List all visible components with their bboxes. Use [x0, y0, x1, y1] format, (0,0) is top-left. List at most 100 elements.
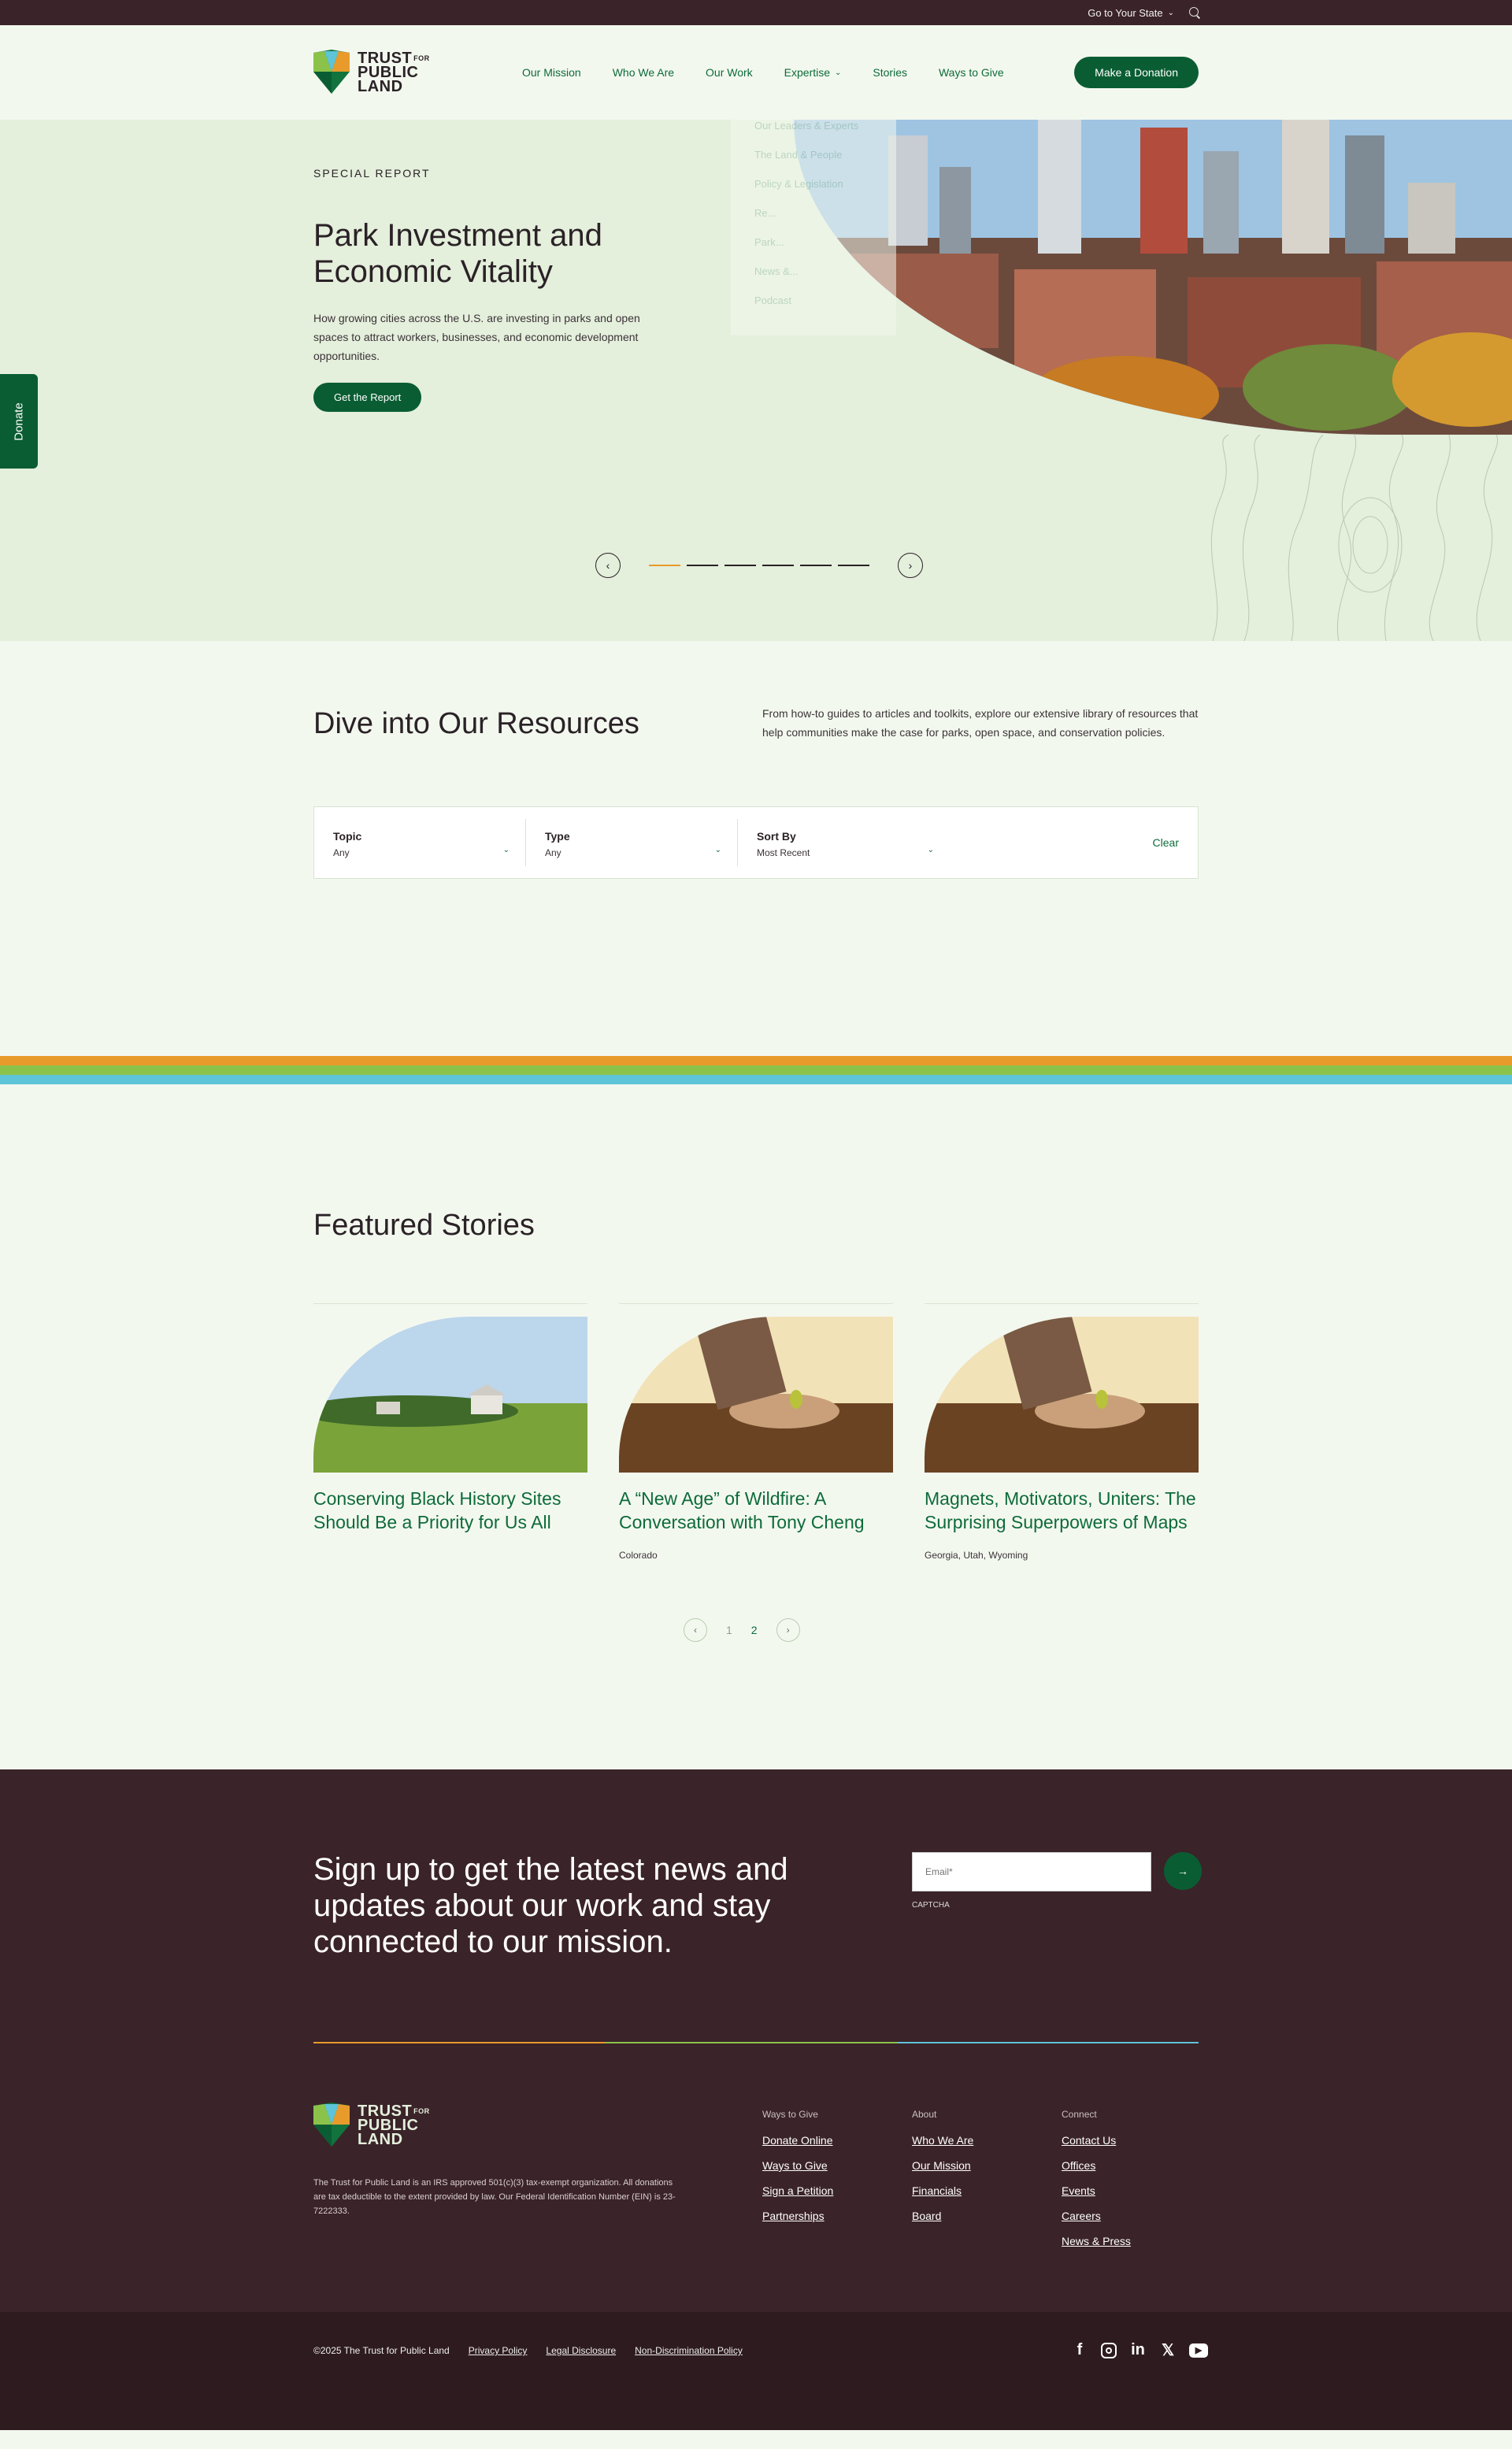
- site-footer: Sign up to get the latest news and updat…: [0, 1769, 1512, 2312]
- footer-link[interactable]: Donate Online: [762, 2128, 833, 2153]
- footer-link[interactable]: Ways to Give: [762, 2153, 833, 2178]
- hero-content: SPECIAL REPORT Park Investment and Econo…: [313, 167, 676, 412]
- logo-mark-icon: [313, 50, 350, 94]
- type-filter[interactable]: Type Any ⌄: [526, 819, 738, 866]
- non-discrimination-link[interactable]: Non-Discrimination Policy: [635, 2345, 743, 2356]
- nav-our-mission[interactable]: Our Mission: [522, 66, 581, 79]
- pagination-prev-button[interactable]: ‹: [684, 1618, 707, 1642]
- menu-item[interactable]: Our Leaders & Experts: [754, 120, 873, 132]
- site-logo[interactable]: TRUST FOR PUBLIC LAND: [313, 50, 502, 95]
- story-image: [925, 1317, 1199, 1473]
- nav-expertise-label: Expertise: [784, 66, 831, 79]
- footer-logo[interactable]: TRUST FOR PUBLIC LAND: [313, 2103, 502, 2148]
- chevron-down-icon: ⌄: [927, 846, 934, 854]
- menu-item[interactable]: The Land & People: [754, 149, 873, 161]
- legal-disclosure-link[interactable]: Legal Disclosure: [546, 2345, 616, 2356]
- copyright-text: ©2025 The Trust for Public Land: [313, 2345, 450, 2356]
- chevron-left-icon: ‹: [606, 559, 610, 572]
- nav-ways-to-give[interactable]: Ways to Give: [939, 66, 1004, 79]
- footer-legal-text: The Trust for Public Land is an IRS appr…: [313, 2178, 676, 2216]
- get-report-button[interactable]: Get the Report: [313, 383, 422, 412]
- featured-stories-section: Featured Stories Conserving Black Histor…: [0, 1084, 1512, 1769]
- footer-column-about: About Who We Are Our Mission Financials …: [912, 2109, 973, 2229]
- footer-link[interactable]: Board: [912, 2203, 973, 2229]
- footer-link[interactable]: Events: [1062, 2178, 1131, 2203]
- footer-link[interactable]: Our Mission: [912, 2153, 973, 2178]
- nav-our-work[interactable]: Our Work: [706, 66, 753, 79]
- story-image: [313, 1317, 587, 1473]
- chevron-right-icon: ›: [908, 559, 913, 572]
- footer-link[interactable]: Financials: [912, 2178, 973, 2203]
- nav-stories[interactable]: Stories: [873, 66, 907, 79]
- story-image: [619, 1317, 893, 1473]
- story-card[interactable]: A “New Age” of Wildfire: A Conversation …: [619, 1303, 893, 1561]
- story-location: Georgia, Utah, Wyoming: [925, 1550, 1028, 1561]
- youtube-icon[interactable]: ▶: [1189, 2343, 1208, 2358]
- rainbow-stripe: [0, 1075, 1512, 1084]
- chevron-left-icon: ‹: [694, 1625, 697, 1636]
- sort-filter[interactable]: Sort By Most Recent ⌄: [738, 819, 950, 866]
- footer-link[interactable]: Careers: [1062, 2203, 1131, 2229]
- footer-link[interactable]: Partnerships: [762, 2203, 833, 2229]
- side-donate-tab[interactable]: Donate: [0, 374, 38, 469]
- page-number[interactable]: 2: [751, 1624, 758, 1636]
- footer-column-heading: Ways to Give: [762, 2109, 818, 2120]
- hero-carousel-controls: ‹ ›: [595, 553, 923, 578]
- carousel-prev-button[interactable]: ‹: [595, 553, 621, 578]
- footer-column-heading: About: [912, 2109, 937, 2120]
- chevron-right-icon: ›: [786, 1625, 790, 1636]
- site-header: TRUST FOR PUBLIC LAND Our Mission Who We …: [0, 25, 1512, 120]
- clear-filters-link[interactable]: Clear: [1153, 836, 1179, 849]
- carousel-indicators: [649, 565, 869, 566]
- footer-legal-links: ©2025 The Trust for Public Land Privacy …: [313, 2345, 743, 2356]
- story-card[interactable]: Magnets, Motivators, Uniters: The Surpri…: [925, 1303, 1199, 1561]
- carousel-dot[interactable]: [687, 565, 718, 566]
- x-icon[interactable]: 𝕏: [1159, 2340, 1177, 2360]
- page-number[interactable]: 1: [726, 1624, 732, 1636]
- footer-link[interactable]: Offices: [1062, 2153, 1131, 2178]
- filter-label: Sort By: [757, 830, 796, 843]
- carousel-dot[interactable]: [762, 565, 794, 566]
- linkedin-icon[interactable]: in: [1129, 2341, 1147, 2359]
- chevron-down-icon: ⌄: [502, 846, 510, 854]
- nav-who-we-are[interactable]: Who We Are: [613, 66, 674, 79]
- footer-link[interactable]: Contact Us: [1062, 2128, 1131, 2153]
- email-input[interactable]: [912, 1852, 1151, 1891]
- footer-column-connect: Connect Contact Us Offices Events Career…: [1062, 2109, 1131, 2254]
- story-card[interactable]: Conserving Black History Sites Should Be…: [313, 1303, 587, 1534]
- menu-item[interactable]: Park...: [754, 236, 873, 248]
- search-icon[interactable]: [1188, 6, 1201, 19]
- pagination-next-button[interactable]: ›: [776, 1618, 800, 1642]
- carousel-next-button[interactable]: ›: [898, 553, 923, 578]
- facebook-icon[interactable]: f: [1071, 2341, 1088, 2359]
- carousel-dot[interactable]: [800, 565, 832, 566]
- newsletter-submit-button[interactable]: →: [1164, 1852, 1202, 1890]
- footer-link[interactable]: News & Press: [1062, 2229, 1131, 2254]
- topic-filter[interactable]: Topic Any ⌄: [314, 819, 526, 866]
- footer-link[interactable]: Sign a Petition: [762, 2178, 833, 2203]
- make-donation-button[interactable]: Make a Donation: [1074, 57, 1199, 88]
- menu-item[interactable]: Policy & Legislation: [754, 178, 873, 190]
- side-donate-label: Donate: [12, 402, 26, 441]
- chevron-down-icon: ⌄: [1167, 8, 1174, 17]
- carousel-dot[interactable]: [838, 565, 869, 566]
- menu-item[interactable]: Re...: [754, 207, 873, 219]
- story-location: Colorado: [619, 1550, 658, 1561]
- main-nav: Our Mission Who We Are Our Work Expertis…: [522, 66, 1004, 79]
- carousel-dot[interactable]: [649, 565, 680, 566]
- footer-link[interactable]: Who We Are: [912, 2128, 973, 2153]
- menu-item[interactable]: News &...: [754, 265, 873, 277]
- instagram-icon[interactable]: [1101, 2342, 1117, 2358]
- state-selector[interactable]: Go to Your State ⌄: [1088, 7, 1174, 19]
- story-title: Conserving Black History Sites Should Be…: [313, 1488, 561, 1532]
- logo-wordmark: TRUST FOR PUBLIC LAND: [358, 50, 430, 95]
- nav-expertise[interactable]: Expertise ⌄: [784, 66, 842, 79]
- footer-column-heading: Connect: [1062, 2109, 1097, 2120]
- carousel-dot[interactable]: [724, 565, 756, 566]
- menu-item[interactable]: Podcast: [754, 295, 873, 306]
- rainbow-stripe: [0, 1056, 1512, 1065]
- footer-bottom-bar: ©2025 The Trust for Public Land Privacy …: [0, 2312, 1512, 2430]
- privacy-policy-link[interactable]: Privacy Policy: [469, 2345, 528, 2356]
- rainbow-stripe: [0, 1065, 1512, 1075]
- footer-divider: [313, 2042, 1199, 2043]
